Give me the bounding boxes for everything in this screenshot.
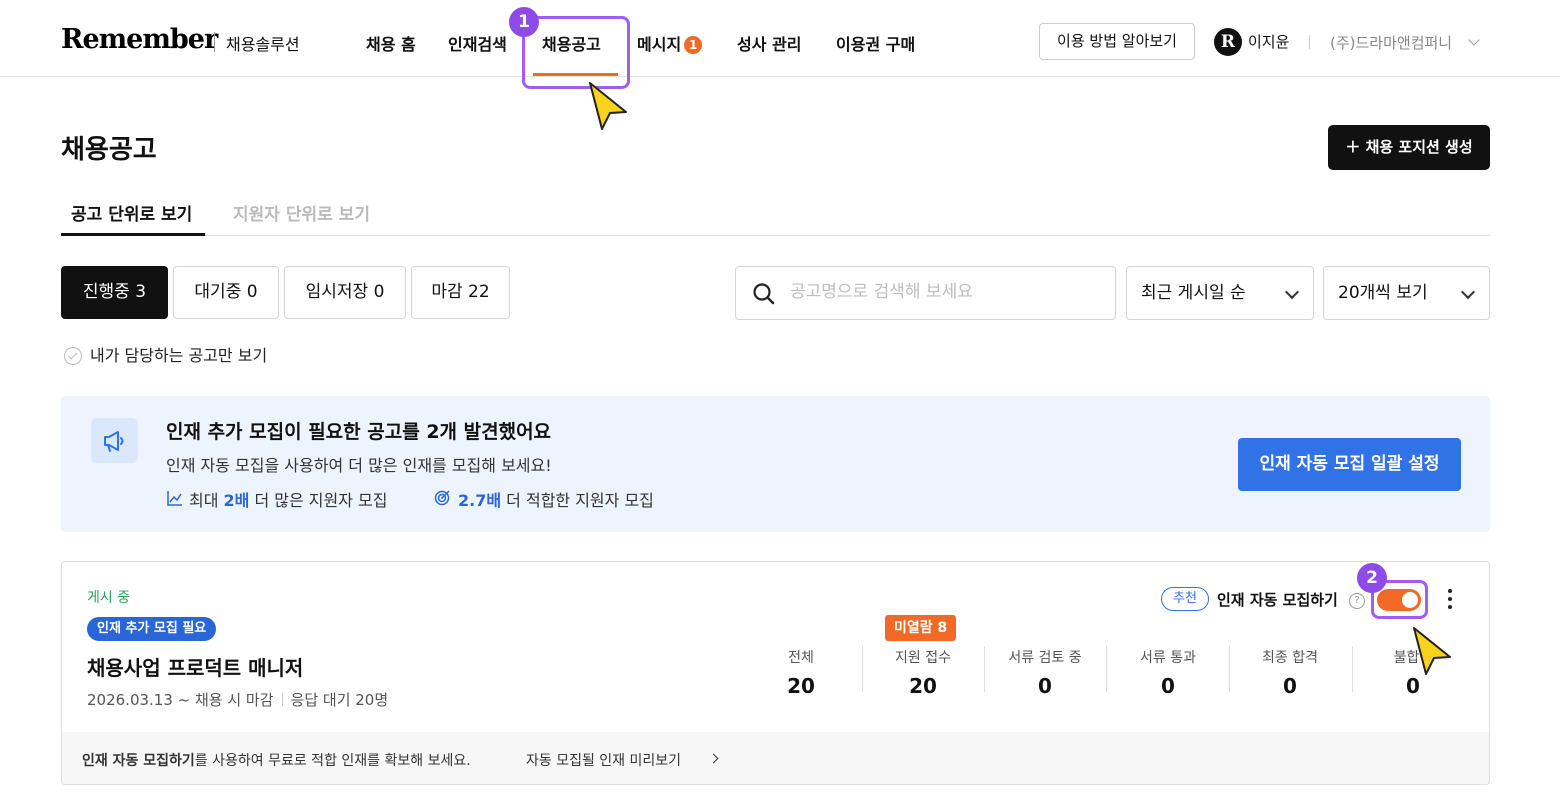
search-box[interactable] <box>735 266 1116 320</box>
chevron-down-icon <box>1460 284 1476 300</box>
search-icon <box>753 283 775 305</box>
more-options-icon[interactable] <box>1442 586 1458 612</box>
recruit-banner: 인재 추가 모집이 필요한 공고를 2개 발견했어요 인재 자동 모집을 사용하… <box>61 396 1490 532</box>
company-selector[interactable]: (주)드라마앤컴퍼니 <box>1330 32 1452 53</box>
chevron-down-icon <box>1284 284 1300 300</box>
stat-value: 20 <box>787 674 815 698</box>
logo-divider <box>214 32 215 52</box>
job-waiting: 응답 대기 20명 <box>290 691 389 709</box>
help-icon[interactable]: ? <box>1349 593 1365 609</box>
header-divider <box>1309 35 1310 49</box>
preview-talent-link[interactable]: 자동 모집될 인재 미리보기 <box>526 750 719 770</box>
filter-draft[interactable]: 임시저장 0 <box>284 266 406 319</box>
tab-divider <box>61 235 1490 236</box>
stat1-value: 2배 <box>223 491 250 510</box>
stat-reviewing[interactable]: 서류 검토 중 0 <box>984 647 1106 698</box>
stat1-suffix: 더 많은 지원자 모집 <box>249 491 388 510</box>
check-circle-icon <box>64 347 82 365</box>
tab-by-applicant[interactable]: 지원자 단위로 보기 <box>233 200 370 225</box>
page-title: 채용공고 <box>61 135 157 165</box>
logo-subtitle: 채용솔루션 <box>226 35 300 54</box>
top-header: Remember 채용솔루션 채용 홈 인재검색 채용공고 메시지 1 성사 관리… <box>0 0 1560 77</box>
banner-title: 인재 추가 모집이 필요한 공고를 2개 발견했어요 <box>166 421 552 443</box>
posting-status: 게시 중 <box>87 590 131 606</box>
recommend-badge: 추천 <box>1161 587 1209 611</box>
job-posting-card[interactable]: 게시 중 인재 추가 모집 필요 채용사업 프로덕트 매니저 2026.03.1… <box>61 561 1490 785</box>
nav-deal-management[interactable]: 성사 관리 <box>737 31 801 55</box>
banner-subtitle: 인재 자동 모집을 사용하여 더 많은 인재를 모집해 보세요! <box>166 456 552 475</box>
stat-label: 전체 <box>788 650 814 666</box>
auto-recruit-label: 인재 자동 모집하기 <box>1217 591 1338 609</box>
megaphone-icon <box>91 418 138 463</box>
nav-buy-pass[interactable]: 이용권 구매 <box>836 31 915 55</box>
trend-chart-icon <box>167 491 182 506</box>
preview-link-label: 자동 모집될 인재 미리보기 <box>526 753 682 769</box>
banner-stat-fit: 2.7배 더 적합한 지원자 모집 <box>458 487 654 511</box>
stat-label: 서류 검토 중 <box>1008 650 1082 666</box>
create-position-button[interactable]: ＋ 채용 포지션 생성 <box>1328 125 1490 170</box>
page-size-select[interactable]: 20개씩 보기 <box>1323 266 1490 320</box>
stat-final[interactable]: 최종 합격 0 <box>1229 647 1351 698</box>
tab-by-posting[interactable]: 공고 단위로 보기 <box>71 200 192 225</box>
stat-value: 0 <box>1038 674 1052 698</box>
step1-badge: 1 <box>509 7 539 37</box>
stat-total[interactable]: 전체 20 <box>740 647 862 698</box>
user-avatar[interactable]: R <box>1214 28 1242 56</box>
nav-recruit-home[interactable]: 채용 홈 <box>366 31 416 55</box>
target-icon <box>434 490 450 506</box>
stat-label: 서류 통과 <box>1140 650 1196 666</box>
active-tab-underline <box>61 233 205 236</box>
sort-select-value: 최근 게시일 순 <box>1141 283 1246 303</box>
cursor-arrow-icon <box>589 82 627 130</box>
filter-closed[interactable]: 마감 22 <box>411 266 510 319</box>
job-title[interactable]: 채용사업 프로덕트 매니저 <box>87 652 303 681</box>
filter-in-progress[interactable]: 진행중 3 <box>61 266 168 319</box>
filter-waiting[interactable]: 대기중 0 <box>173 266 279 319</box>
nav-messages[interactable]: 메시지 1 <box>637 31 703 55</box>
footer-text: 인재 자동 모집하기를 사용하여 무료로 적합 인재를 확보해 보세요. <box>82 750 471 770</box>
need-more-talent-badge: 인재 추가 모집 필요 <box>87 617 217 641</box>
stat1-prefix: 최대 <box>189 491 224 510</box>
stat-value: 0 <box>1406 674 1420 698</box>
stat-passed[interactable]: 서류 통과 0 <box>1107 647 1229 698</box>
bulk-auto-recruit-button[interactable]: 인재 자동 모집 일괄 설정 <box>1238 438 1461 491</box>
stat2-value: 2.7배 <box>458 491 502 510</box>
unread-badge: 미열람 8 <box>885 615 957 641</box>
banner-stat-more: 최대 2배 더 많은 지원자 모집 <box>189 487 388 511</box>
meta-divider <box>281 693 283 706</box>
footer-bold: 인재 자동 모집하기 <box>82 753 195 769</box>
step1-highlight-box <box>522 16 630 89</box>
stat-received[interactable]: 지원 접수 20 <box>862 647 984 698</box>
my-postings-only-label: 내가 담당하는 공고만 보기 <box>90 346 268 365</box>
job-meta: 2026.03.13 ~ 채용 시 마감 응답 대기 20명 <box>87 689 388 710</box>
stat2-suffix: 더 적합한 지원자 모집 <box>501 491 654 510</box>
nav-talent-search[interactable]: 인재검색 <box>448 31 507 55</box>
job-date: 2026.03.13 ~ 채용 시 마감 <box>87 691 274 709</box>
nav-messages-label: 메시지 <box>637 35 682 54</box>
sort-select[interactable]: 최근 게시일 순 <box>1126 266 1314 320</box>
my-postings-only-toggle[interactable]: 내가 담당하는 공고만 보기 <box>64 342 267 366</box>
chevron-right-icon <box>708 753 719 764</box>
stat-label: 최종 합격 <box>1262 650 1318 666</box>
stat-value: 20 <box>909 674 937 698</box>
page-size-value: 20개씩 보기 <box>1338 283 1428 303</box>
remember-logo[interactable]: Remember <box>61 24 218 55</box>
step2-badge: 2 <box>1357 563 1387 593</box>
stat-label: 지원 접수 <box>895 650 951 666</box>
card-footer: 인재 자동 모집하기를 사용하여 무료로 적합 인재를 확보해 보세요. 자동 … <box>62 732 1489 784</box>
cursor-arrow-icon <box>1413 627 1451 675</box>
stat-value: 0 <box>1161 674 1175 698</box>
stat-value: 0 <box>1283 674 1297 698</box>
how-to-use-button[interactable]: 이용 방법 알아보기 <box>1039 23 1195 60</box>
message-count-badge: 1 <box>684 36 703 54</box>
chevron-down-icon[interactable] <box>1468 34 1480 46</box>
user-name[interactable]: 이지윤 <box>1248 31 1289 52</box>
company-name: (주)드라마앤컴퍼니 <box>1330 34 1453 52</box>
footer-rest: 를 사용하여 무료로 적합 인재를 확보해 보세요. <box>194 753 471 769</box>
search-input[interactable] <box>788 281 1102 303</box>
